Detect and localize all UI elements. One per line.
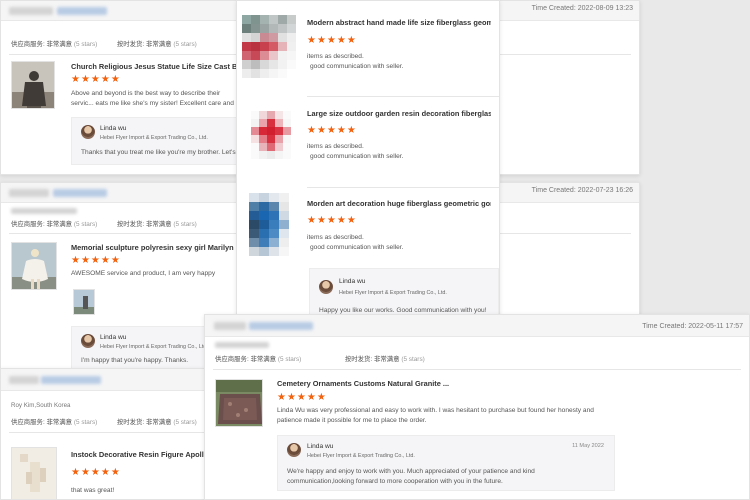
review-header — [1, 369, 204, 391]
apollo-figure-image — [12, 448, 56, 499]
product-title[interactable]: Large size outdoor garden resin decorati… — [307, 109, 491, 118]
review-text: Linda Wu was very professional and easy … — [277, 407, 594, 424]
review-card-3: Roy Kim,South Korea 供应商服务: 非常满意 (5 stars… — [0, 368, 205, 500]
review-text: Above and beyond is the best way to desc… — [71, 90, 234, 107]
rating-summary: 供应商服务: 非常满意 (5 stars) 按时发货: 非常满意 (5 star… — [215, 356, 425, 363]
product-title[interactable]: Morden art decoration huge fiberglass ge… — [307, 199, 491, 208]
reply-date: 11 May 2022 — [572, 443, 604, 449]
star-rating: ★★★★★ — [71, 74, 121, 85]
reply-text: We're happy and enjoy to work with you. … — [287, 468, 535, 485]
time-created: Time Created: 2022-07-23 16:26 — [531, 187, 633, 194]
screenshot-stage: Time Created: 2022-08-09 13:23 供应商服务: 非常… — [0, 0, 750, 500]
seller-company: Hebei Flyer Import & Export Trading Co.,… — [339, 290, 447, 296]
seller-avatar — [319, 280, 333, 294]
item-comment-line1: items as described. — [307, 234, 364, 241]
product-thumbnail[interactable] — [11, 61, 55, 109]
seller-company: Hebei Flyer Import & Export Trading Co.,… — [307, 453, 415, 459]
seller-avatar — [81, 334, 95, 348]
buyer-location: Roy Kim,South Korea — [11, 402, 71, 409]
review-text: AWESOME service and product, I am very h… — [71, 270, 216, 277]
seller-name: Linda wu — [100, 334, 127, 341]
product-title[interactable]: Church Religious Jesus Statue Life Size … — [71, 62, 241, 71]
seller-name: Linda wu — [307, 443, 334, 450]
product-thumbnail[interactable] — [11, 447, 57, 499]
statue-image — [12, 62, 54, 108]
item-comment-line1: items as described. — [307, 53, 364, 60]
seller-name: Linda wu — [100, 125, 127, 132]
marilyn-statue-image — [12, 243, 56, 289]
rating-summary: 供应商服务: 非常满意 (5 stars) 按时发货: 非常满意 (5 star… — [11, 41, 197, 48]
seller-reply: Linda wu Hebei Flyer Import & Export Tra… — [309, 268, 499, 317]
product-thumbnail[interactable] — [242, 15, 296, 79]
seller-company: Hebei Flyer Import & Export Trading Co.,… — [100, 344, 208, 350]
reply-text: I'm happy that you're happy. Thanks. — [81, 357, 189, 364]
multi-item-review-popup: Modern abstract hand made life size fibe… — [236, 0, 500, 318]
rating-summary: 供应商服务: 非常满意 (5 stars) 按时发货: 非常满意 (5 star… — [11, 221, 197, 228]
product-thumbnail[interactable] — [249, 193, 289, 257]
rating-summary: 供应商服务: 非常满意 (5 stars) 按时发货: 非常满意 (5 star… — [11, 419, 197, 426]
product-thumbnail[interactable] — [11, 242, 57, 290]
seller-reply: Linda wu Hebei Flyer Import & Export Tra… — [277, 435, 615, 491]
time-created: Time Created: 2022-08-09 13:23 — [531, 5, 633, 12]
product-title[interactable]: Memorial sculpture polyresin sexy girl M… — [71, 243, 236, 252]
review-photo-image — [74, 290, 94, 314]
star-rating: ★★★★★ — [307, 35, 357, 46]
star-rating: ★★★★★ — [307, 125, 357, 136]
review-card-4: Time Created: 2022-05-11 17:57 供应商服务: 非常… — [204, 314, 750, 500]
star-rating: ★★★★★ — [307, 215, 357, 226]
item-comment-line2: good communication with seller. — [310, 153, 404, 160]
review-text: that was great! — [71, 487, 115, 494]
review-header: Time Created: 2022-05-11 17:57 — [205, 315, 749, 337]
item-comment-line2: good communication with seller. — [310, 63, 404, 70]
product-title[interactable]: Instock Decorative Resin Figure Apollo B… — [71, 450, 204, 459]
star-rating: ★★★★★ — [71, 255, 121, 266]
star-rating: ★★★★★ — [277, 392, 327, 403]
product-thumbnail[interactable] — [251, 111, 291, 161]
reply-text: Thanks that you treat me like you're my … — [81, 149, 247, 156]
product-title[interactable]: Cemetery Ornaments Customs Natural Grani… — [277, 379, 477, 388]
seller-avatar — [81, 125, 95, 139]
review-photo[interactable] — [73, 289, 95, 315]
star-rating: ★★★★★ — [71, 467, 121, 478]
item-comment-line2: good communication with seller. — [310, 244, 404, 251]
seller-avatar — [287, 443, 301, 457]
item-comment-line1: items as described. — [307, 143, 364, 150]
time-created: Time Created: 2022-05-11 17:57 — [642, 323, 743, 330]
seller-company: Hebei Flyer Import & Export Trading Co.,… — [100, 135, 208, 141]
seller-name: Linda wu — [339, 278, 366, 285]
granite-ornament-image — [216, 380, 262, 426]
product-thumbnail[interactable] — [215, 379, 263, 427]
product-title[interactable]: Modern abstract hand made life size fibe… — [307, 18, 491, 27]
